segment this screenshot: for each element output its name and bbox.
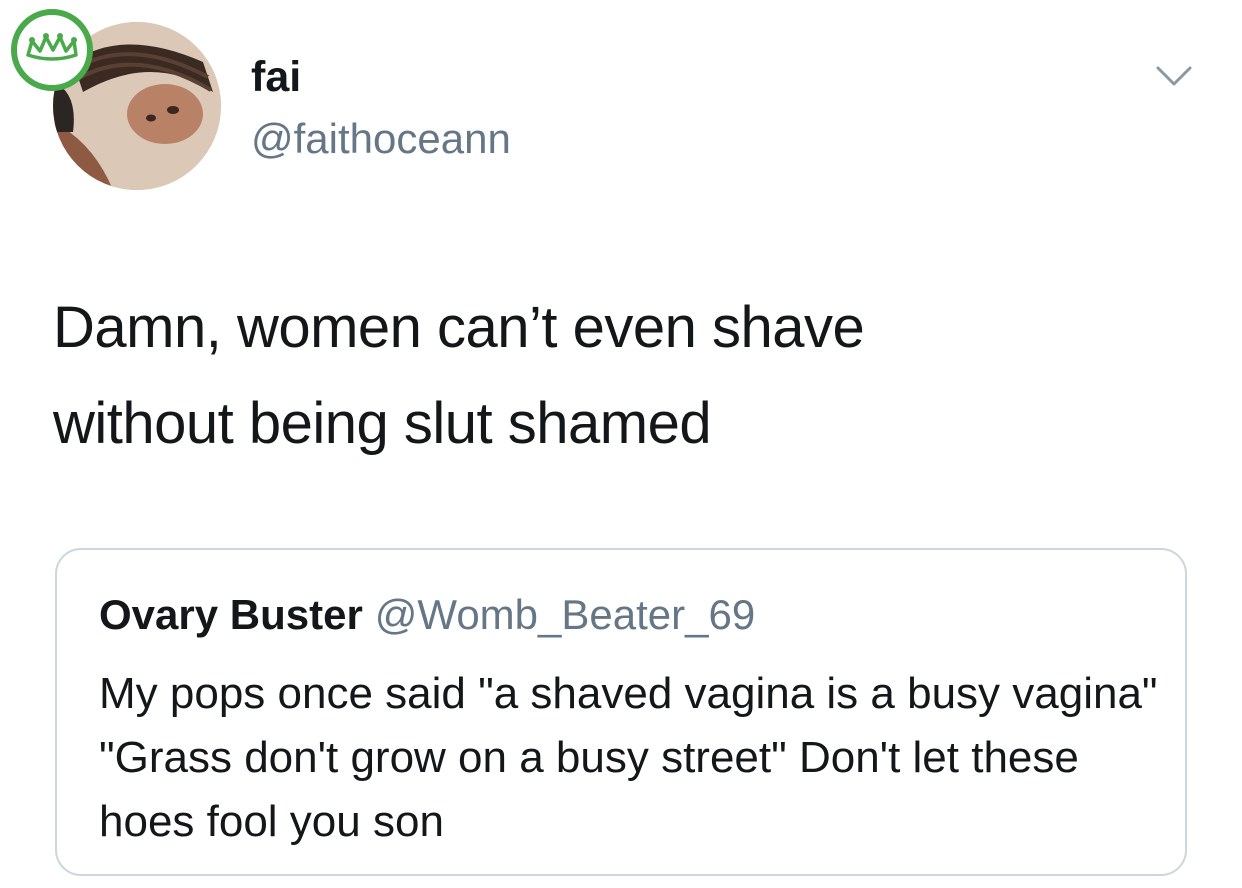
tweet: fai @faithoceann Damn, women can’t even … (0, 0, 1242, 888)
tweet-text-line: without being slut shamed (53, 391, 712, 456)
quoted-author-handle: @Womb_Beater_69 (374, 591, 756, 638)
quoted-tweet-card[interactable]: Ovary Buster @Womb_Beater_69 My pops once… (55, 548, 1187, 876)
tweet-text: Damn, women can’t even shave without bei… (53, 280, 1193, 472)
quoted-tweet-text: My pops once said "a shaved vagina is a … (99, 669, 1158, 846)
quoted-tweet-header: Ovary Buster @Womb_Beater_69 (99, 590, 755, 640)
chevron-down-icon[interactable] (1155, 60, 1193, 90)
tweet-text-line: Damn, women can’t even shave (53, 295, 865, 360)
quoted-author-name: Ovary Buster (99, 591, 363, 638)
author-display-name[interactable]: fai (251, 52, 301, 102)
crown-icon (26, 33, 78, 61)
crown-badge (11, 9, 93, 91)
author-handle[interactable]: @faithoceann (251, 114, 511, 164)
